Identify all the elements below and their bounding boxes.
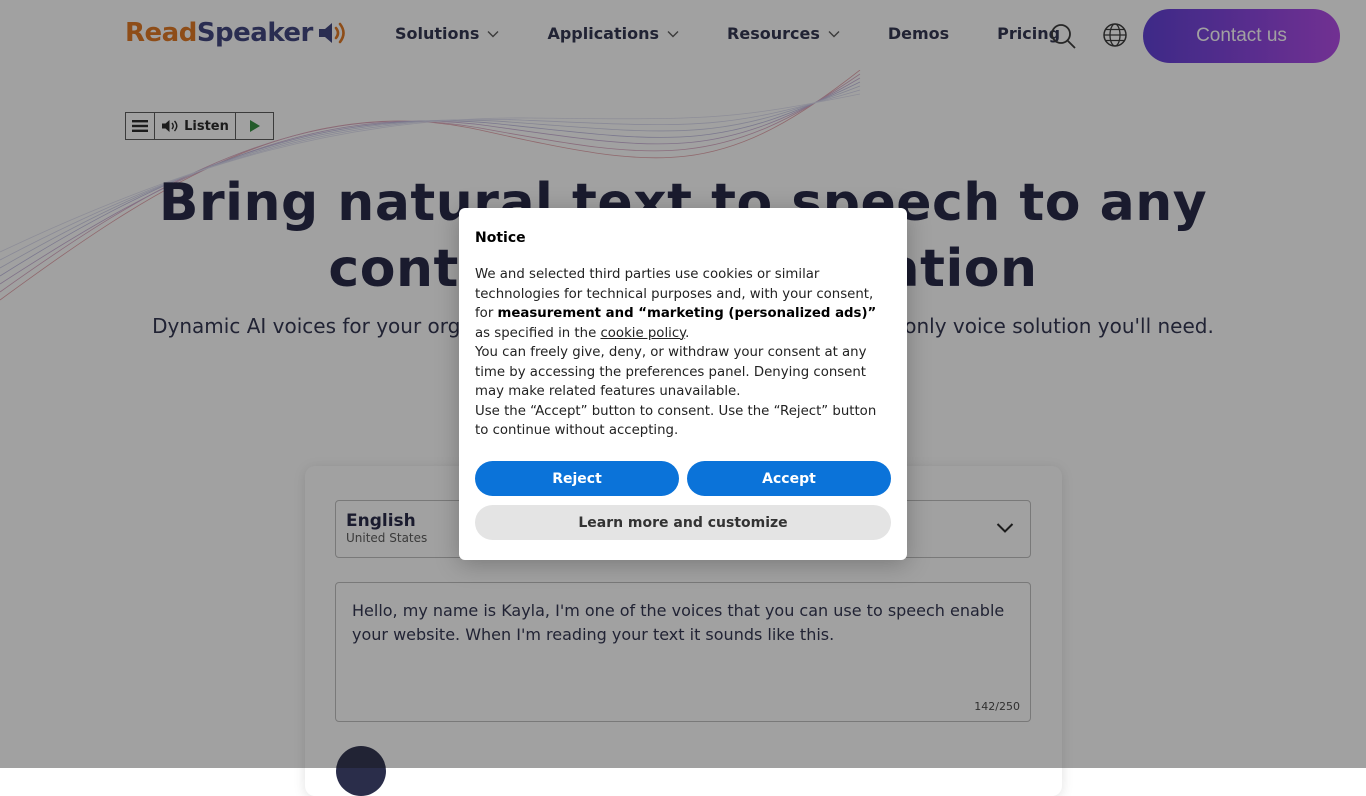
notice-text: .: [685, 325, 690, 341]
cookie-notice-paragraph: We and selected third parties use cookie…: [475, 265, 893, 343]
cookie-notice-paragraph: You can freely give, deny, or withdraw y…: [475, 345, 867, 399]
learn-more-customize-button[interactable]: Learn more and customize: [475, 505, 891, 540]
cookie-notice-body: We and selected third parties use cookie…: [475, 265, 893, 441]
cookie-notice-paragraph: Use the “Accept” button to consent. Use …: [475, 403, 877, 439]
cookie-notice-dialog: Notice We and selected third parties use…: [459, 208, 907, 560]
notice-bold-text: measurement and “marketing (personalized…: [497, 306, 877, 321]
cookie-policy-link[interactable]: cookie policy: [600, 326, 685, 341]
notice-text: as specified in the: [475, 325, 601, 341]
accept-button[interactable]: Accept: [687, 461, 891, 496]
reject-button[interactable]: Reject: [475, 461, 679, 496]
cookie-notice-title: Notice: [475, 230, 526, 246]
